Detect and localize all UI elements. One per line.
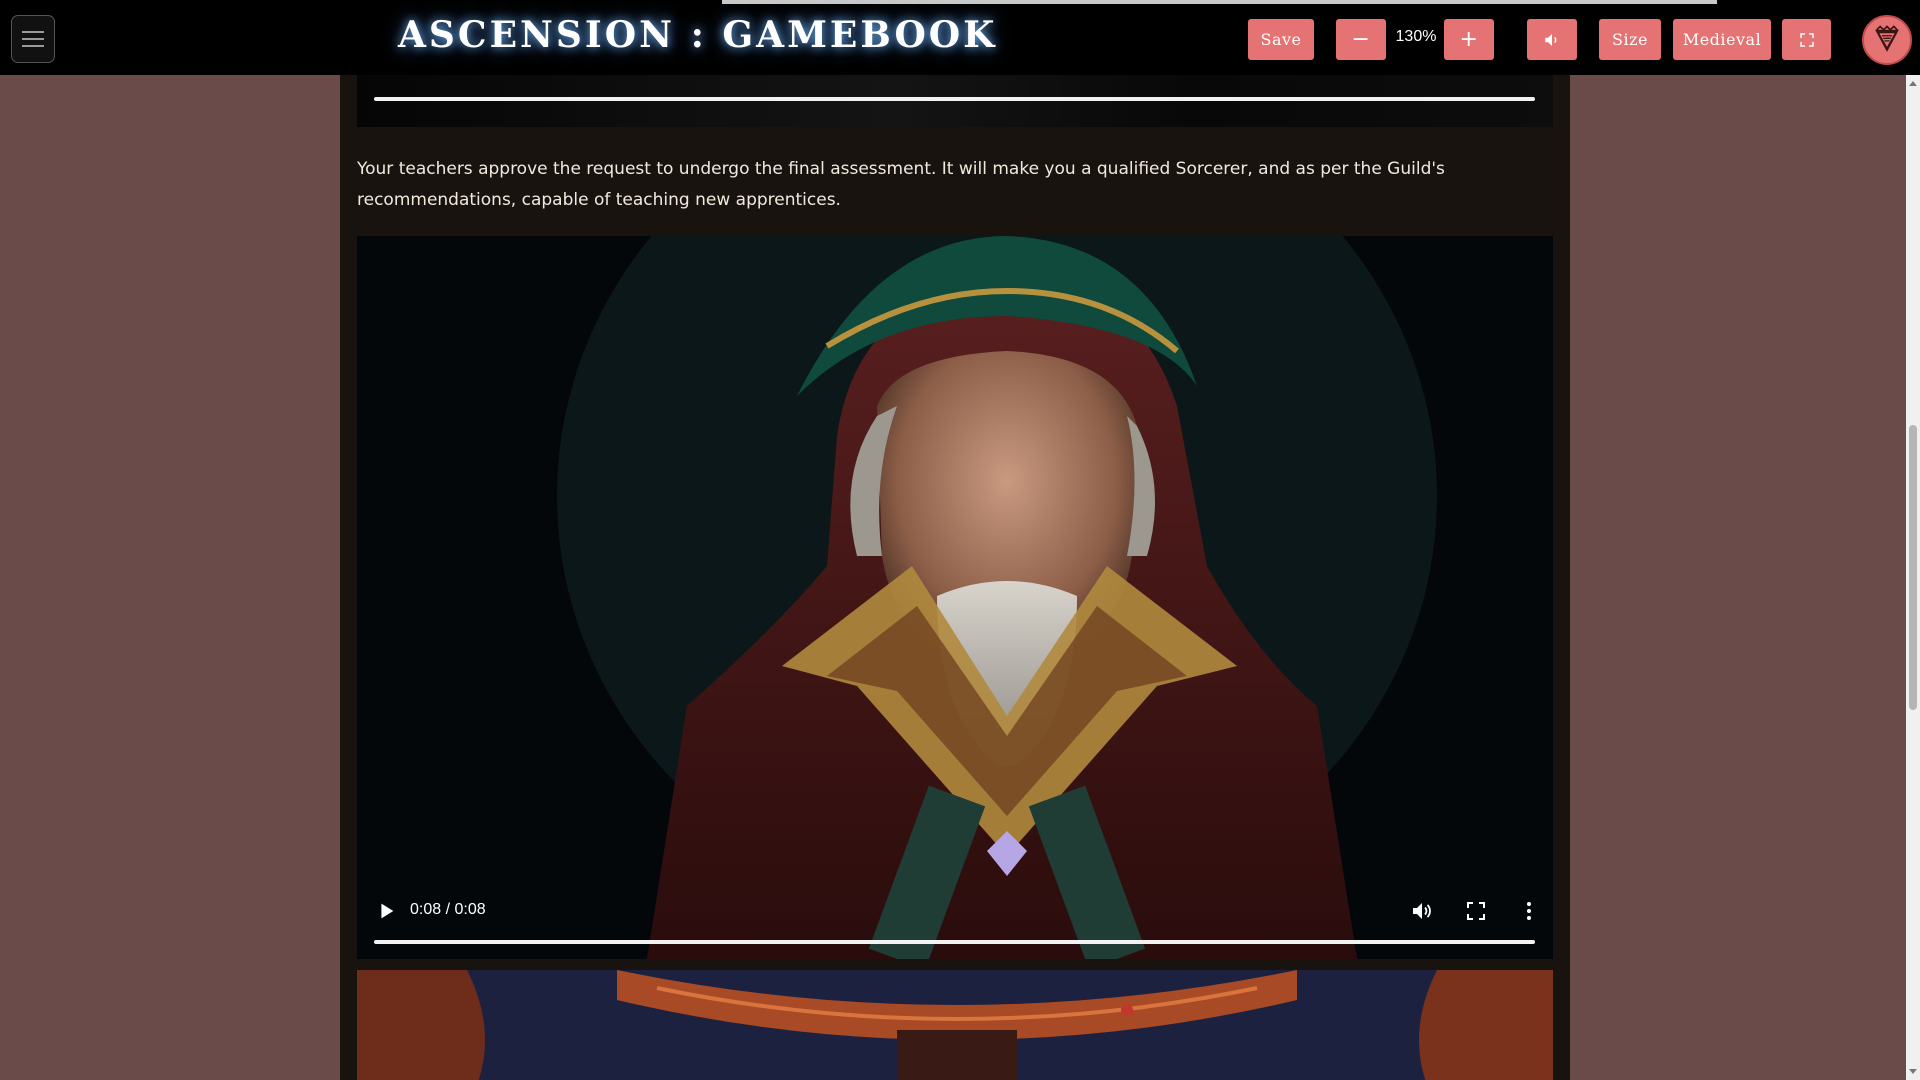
app-title: ASCENSION : GAMEBOOK — [398, 14, 998, 56]
theme-button[interactable]: Medieval — [1673, 19, 1771, 60]
scroll-up-arrow[interactable] — [1909, 81, 1917, 86]
volume-icon[interactable] — [1410, 899, 1434, 923]
story-paragraph: Your teachers approve the request to und… — [357, 159, 1445, 210]
shield-logo-icon — [1875, 25, 1899, 52]
scrollbar-thumb[interactable] — [1909, 425, 1917, 710]
fullscreen-icon[interactable] — [1464, 899, 1488, 923]
video-player[interactable]: 0:08 / 0:08 — [357, 236, 1553, 959]
top-bar: ASCENSION : GAMEBOOK Save − 130% + Size … — [0, 0, 1920, 75]
fullscreen-button[interactable] — [1782, 19, 1831, 60]
zoom-level: 130% — [1395, 28, 1437, 45]
video-time: 0:08 / 0:08 — [410, 901, 486, 918]
video-progress-bar[interactable] — [374, 97, 1535, 101]
previous-video-player[interactable] — [357, 75, 1553, 127]
story-content: Your teachers approve the request to und… — [340, 75, 1570, 1080]
video-controls: 0:08 / 0:08 — [357, 884, 1553, 959]
scroll-down-arrow[interactable] — [1909, 1069, 1917, 1074]
menu-button[interactable] — [11, 15, 55, 63]
app-logo[interactable] — [1862, 15, 1912, 65]
page-scrollbar[interactable] — [1906, 75, 1920, 1080]
next-video-player[interactable] — [357, 970, 1553, 1080]
menu-icon-line — [22, 45, 44, 47]
more-options-icon[interactable] — [1517, 899, 1541, 923]
speaker-icon — [1545, 33, 1557, 46]
video-progress-bar[interactable] — [374, 940, 1535, 944]
page-load-progress — [722, 0, 1717, 4]
zoom-out-button[interactable]: − — [1336, 19, 1386, 60]
zoom-in-button[interactable]: + — [1444, 19, 1494, 60]
menu-icon-line — [22, 38, 44, 40]
video-frame-sorcerer — [357, 236, 1553, 959]
size-button[interactable]: Size — [1599, 19, 1661, 60]
video-frame-next — [357, 970, 1553, 1080]
expand-icon — [1799, 32, 1814, 47]
menu-icon-line — [22, 31, 44, 33]
play-icon[interactable] — [375, 900, 397, 922]
sound-toggle-button[interactable] — [1527, 19, 1577, 60]
save-button[interactable]: Save — [1248, 19, 1314, 60]
